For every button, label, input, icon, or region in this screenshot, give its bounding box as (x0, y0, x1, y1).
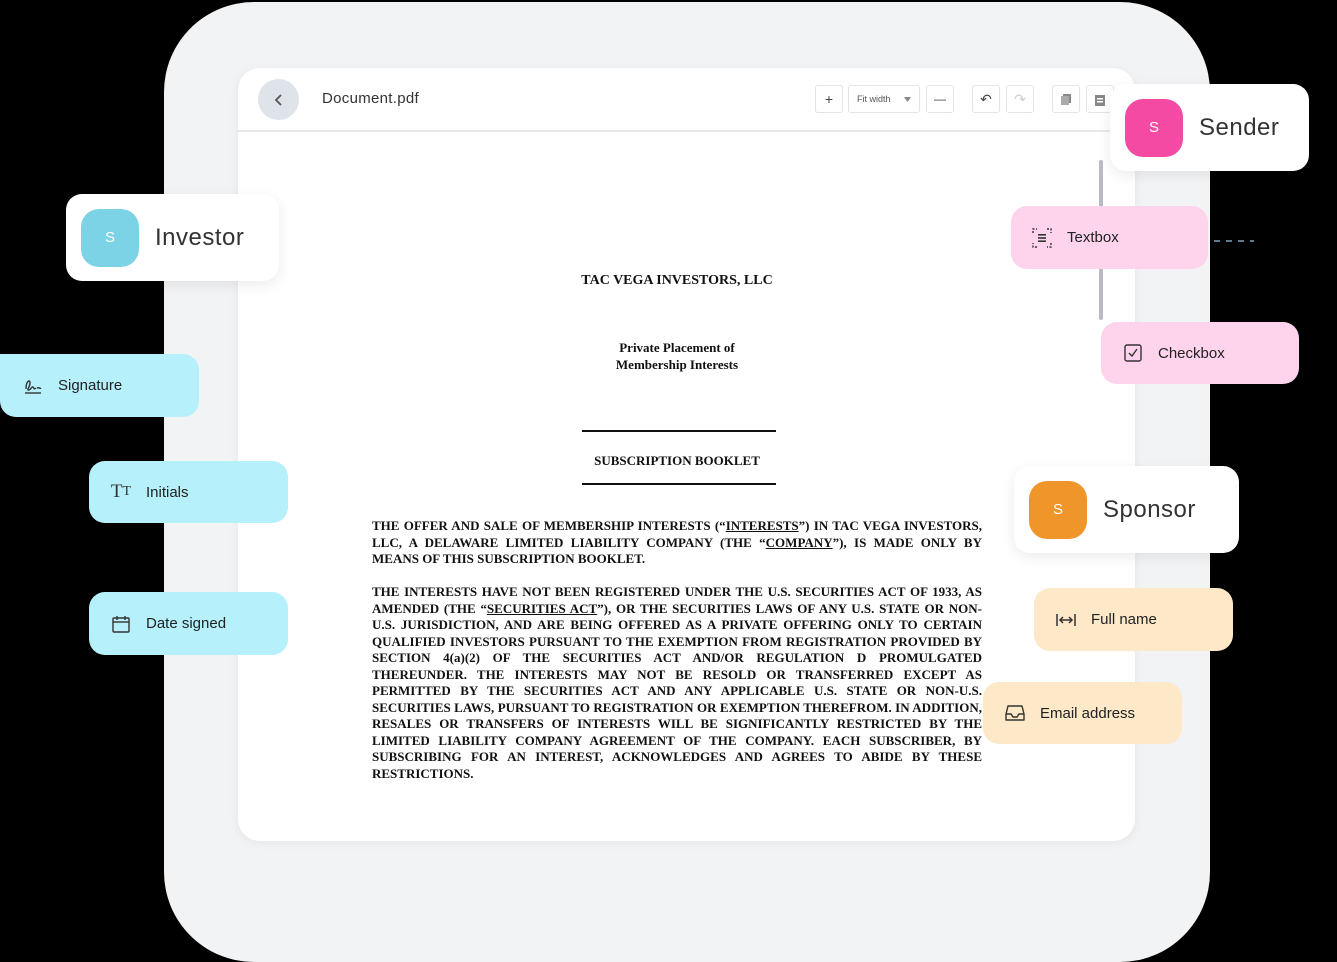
chevron-left-icon (274, 93, 282, 106)
clipboard-icon (1095, 94, 1105, 106)
copy-icon (1061, 94, 1071, 105)
undo-icon: ↶ (980, 90, 992, 107)
role-card-investor[interactable]: S Investor (66, 194, 279, 281)
checkbox-icon (1122, 342, 1144, 364)
undo-button[interactable]: ↶ (972, 85, 1000, 113)
back-button[interactable] (258, 79, 299, 120)
signature-icon (22, 375, 44, 397)
plus-icon: + (824, 91, 834, 107)
field-checkbox[interactable]: Checkbox (1101, 322, 1299, 384)
zoom-in-button[interactable]: + (815, 85, 843, 113)
doc-paragraph-2: THE INTERESTS HAVE NOT BEEN REGISTERED U… (372, 584, 982, 781)
viewer-toolbar: Document.pdf + Fit width — ↶ ↷ (238, 68, 1135, 132)
redo-button[interactable]: ↷ (1006, 85, 1034, 113)
field-label: Initials (146, 483, 189, 501)
field-signature[interactable]: Signature (0, 354, 199, 417)
doc-title: TAC VEGA INVESTORS, LLC (581, 273, 773, 288)
inbox-icon (1004, 702, 1026, 724)
doc-paragraph-1: THE OFFER AND SALE OF MEMBERSHIP INTERES… (372, 518, 982, 566)
field-label: Email address (1040, 704, 1136, 722)
document-filename: Document.pdf (322, 90, 419, 107)
zoom-out-button[interactable]: — (926, 85, 954, 113)
chevron-down-icon (904, 96, 911, 102)
doc-subtitle-line-1: Private Placement of (619, 340, 735, 355)
field-initials[interactable]: TT Initials (89, 461, 288, 523)
field-label: Full name (1091, 611, 1157, 628)
doc-subtitle: Private Placement of Membership Interest… (372, 339, 982, 373)
doc-booklet-heading: SUBSCRIPTION BOOKLET (594, 453, 760, 468)
field-textbox[interactable]: Textbox (1011, 206, 1208, 269)
avatar: S (1125, 98, 1183, 157)
role-card-sender[interactable]: S Sender (1110, 84, 1309, 171)
field-label: Signature (58, 377, 123, 394)
calendar-icon (110, 613, 132, 635)
minus-icon: — (934, 92, 946, 106)
field-full-name[interactable]: Full name (1034, 588, 1233, 651)
avatar: S (81, 208, 139, 267)
role-card-sponsor[interactable]: S Sponsor (1014, 466, 1239, 553)
field-label: Textbox (1067, 229, 1119, 246)
field-email-address[interactable]: Email address (983, 682, 1182, 744)
divider-bottom (582, 483, 776, 485)
field-date-signed[interactable]: Date signed (89, 592, 288, 655)
redo-icon: ↷ (1014, 90, 1026, 107)
doc-subtitle-line-2: Membership Interests (615, 357, 739, 372)
role-label: Sender (1199, 113, 1280, 141)
copy-button[interactable] (1052, 85, 1080, 113)
connector-line (1214, 240, 1254, 242)
role-label: Sponsor (1103, 495, 1196, 523)
textbox-icon (1031, 227, 1053, 249)
width-arrows-icon (1055, 609, 1077, 631)
text-size-icon: TT (110, 481, 132, 502)
zoom-select-value: Fit width (857, 94, 891, 104)
avatar: S (1029, 480, 1087, 539)
zoom-select[interactable]: Fit width (848, 85, 920, 113)
role-label: Investor (155, 223, 245, 251)
field-label: Checkbox (1158, 344, 1225, 362)
field-label: Date signed (146, 615, 227, 632)
divider-top (582, 430, 776, 432)
